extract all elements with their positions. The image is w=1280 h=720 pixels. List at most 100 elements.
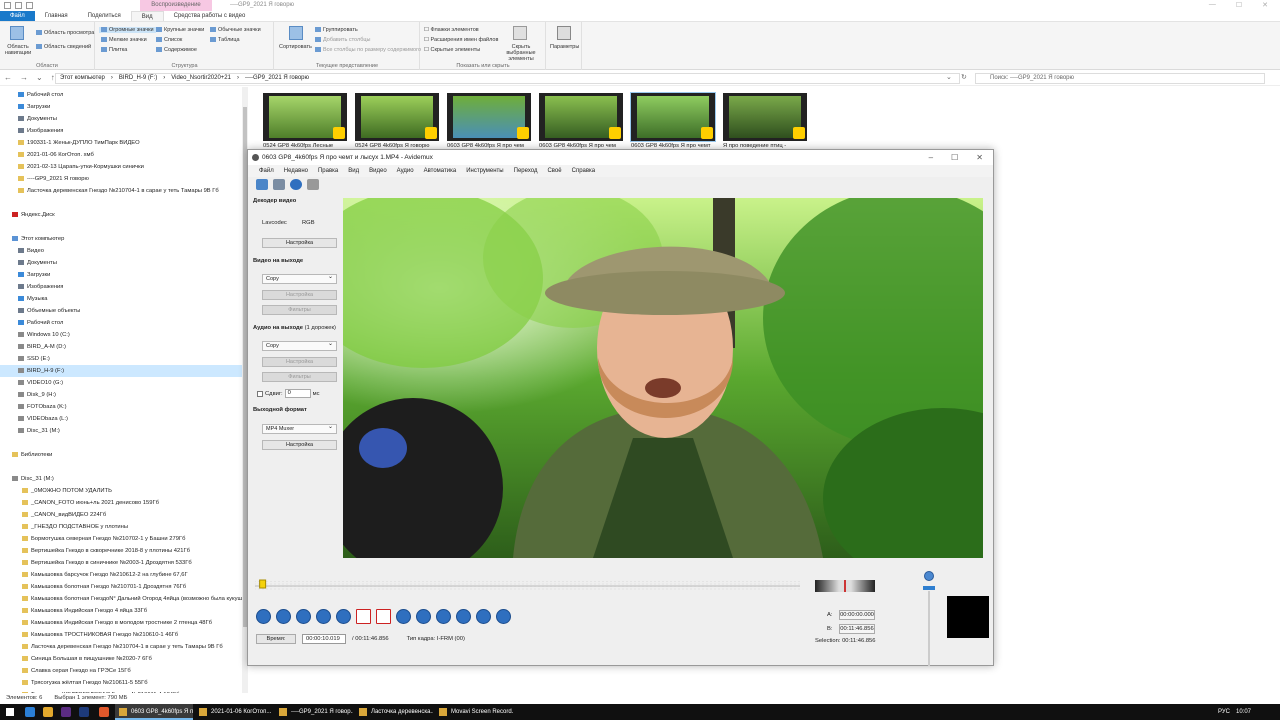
- output-format-select[interactable]: MP4 Muxer: [262, 423, 337, 434]
- breadcrumb-item[interactable]: BIRD_H-9 (F:): [119, 74, 157, 83]
- pinned-app-icon[interactable]: [99, 707, 109, 717]
- next-frame-icon[interactable]: [296, 609, 311, 624]
- breadcrumb-item[interactable]: ----GP9_2021 Я говорю: [245, 74, 309, 83]
- tree-item[interactable]: Windows 10 (C:): [0, 329, 242, 341]
- address-bar[interactable]: Этот компьютер › BIRD_H-9 (F:) › Video_Nso…: [55, 73, 960, 84]
- details-pane-button[interactable]: Область сведений: [36, 44, 91, 50]
- layout-huge-icons[interactable]: Огромные значки: [99, 27, 156, 33]
- previous-frame-icon[interactable]: [276, 609, 291, 624]
- volume-knob[interactable]: [923, 586, 935, 590]
- tree-item[interactable]: Изображения: [0, 125, 242, 137]
- properties-icon[interactable]: [15, 2, 22, 9]
- tree-item[interactable]: Disc_31 (M:): [0, 473, 242, 485]
- container-setup-button[interactable]: Настройка: [262, 440, 337, 450]
- volume-slider[interactable]: [923, 571, 935, 666]
- add-columns-button[interactable]: Добавить столбцы: [315, 37, 370, 43]
- play-icon[interactable]: [256, 609, 271, 624]
- tree-item[interactable]: SSD (E:): [0, 353, 242, 365]
- breadcrumb-item[interactable]: Video_Nsortir2020+21: [171, 74, 231, 83]
- menu-item[interactable]: Инструменты: [461, 165, 508, 177]
- tree-item[interactable]: Вертишейка Гнездо в синичнике №2003-1 Др…: [0, 557, 242, 569]
- quick-access-toolbar[interactable]: [4, 2, 33, 9]
- tree-item[interactable]: Камышовка барсучок Гнездо №210612-2 на г…: [0, 569, 242, 581]
- tree-item[interactable]: _CANON_FOTO июнь+ль 2021 денисово 159Гб: [0, 497, 242, 509]
- layout-tiles[interactable]: Плитка: [101, 47, 127, 53]
- taskbar-item-folder[interactable]: Ласточка деревенска...: [355, 704, 433, 720]
- search-input[interactable]: Поиск: ----GP9_2021 Я говорю: [975, 73, 1265, 84]
- clock[interactable]: 10:07: [1236, 709, 1251, 715]
- menu-item[interactable]: Видео: [364, 165, 392, 177]
- close-icon[interactable]: ✕: [1262, 1, 1268, 9]
- tree-item[interactable]: _CANON_видВИДЕО 224Гб: [0, 509, 242, 521]
- tree-item[interactable]: Яндекс.Диск: [0, 209, 242, 221]
- layout-large-icons[interactable]: Крупные значки: [156, 27, 204, 33]
- forward-icon[interactable]: →: [20, 73, 28, 82]
- tab-view[interactable]: Вид: [130, 11, 164, 21]
- tree-item[interactable]: VIDEO10 (G:): [0, 377, 242, 389]
- tab-home[interactable]: Главная: [35, 11, 78, 21]
- tree-item[interactable]: Документы: [0, 113, 242, 125]
- calculator-icon[interactable]: [307, 179, 319, 190]
- tree-item[interactable]: Изображения: [0, 281, 242, 293]
- tree-item[interactable]: Видео: [0, 245, 242, 257]
- go-marker-b-icon[interactable]: [496, 609, 511, 624]
- back-icon[interactable]: ←: [4, 73, 12, 82]
- tab-share[interactable]: Поделиться: [78, 11, 131, 21]
- layout-content[interactable]: Содержимое: [156, 47, 197, 53]
- audio-setup-button[interactable]: Настройка: [262, 357, 337, 367]
- menu-item[interactable]: Переход: [509, 165, 543, 177]
- folder-icon[interactable]: [26, 2, 33, 9]
- set-marker-a-icon[interactable]: [356, 609, 371, 624]
- tab-file[interactable]: Файл: [0, 11, 35, 21]
- next-keyframe-icon[interactable]: [336, 609, 351, 624]
- tree-item[interactable]: Трясогузка жёлтая Гнездо №210611-5 55Гб: [0, 677, 242, 689]
- hide-selected-icon[interactable]: [513, 26, 527, 40]
- tree-item[interactable]: Камышовка болотная Гнездо №210701-1 Дроз…: [0, 581, 242, 593]
- file-thumbnail[interactable]: 0603 GP8 4k60fps Я про чем: [447, 93, 531, 149]
- tab-video-tools[interactable]: Средства работы с видео: [164, 11, 256, 21]
- tree-item[interactable]: Камышовка болотная ГнездоN° Дальний Огор…: [0, 593, 242, 605]
- sort-button[interactable]: Сортировать: [279, 44, 312, 50]
- file-thumbnail[interactable]: 0524 GP8 4k60fps Лесные: [263, 93, 347, 149]
- video-setup-button[interactable]: Настройка: [262, 290, 337, 300]
- pinned-app-icon[interactable]: [43, 707, 53, 717]
- taskbar-item-avidemux[interactable]: 0603 GP8_4k60fps Я про...: [115, 704, 193, 720]
- tree-item[interactable]: Камышовка Индийская Гнездо 4 яйца 33Гб: [0, 605, 242, 617]
- layout-medium-icons[interactable]: Обычные значки: [210, 27, 261, 33]
- item-checkboxes-toggle[interactable]: ☐ Флажки элементов: [424, 27, 479, 33]
- tree-item[interactable]: 190331-1 Женьк-ДУПЛО ТимПарк ВИДЕО: [0, 137, 242, 149]
- maximize-icon[interactable]: ☐: [951, 150, 958, 165]
- tree-item[interactable]: Камышовка ТРОСТНИКОВАЯ Гнездо №210610-1 …: [0, 629, 242, 641]
- menu-item[interactable]: Справка: [567, 165, 601, 177]
- tree-item[interactable]: Рабочий стол: [0, 317, 242, 329]
- breadcrumb-item[interactable]: Этот компьютер: [60, 74, 105, 83]
- video-output-select[interactable]: Copy: [262, 273, 337, 284]
- preview-pane-button[interactable]: Область просмотра: [36, 30, 94, 36]
- menu-item[interactable]: Недавно: [279, 165, 313, 177]
- start-icon[interactable]: [6, 708, 14, 716]
- navigation-tree[interactable]: Рабочий стол Загрузки Документы Изображения…: [0, 87, 242, 693]
- shift-checkbox[interactable]: [257, 390, 263, 397]
- tree-item[interactable]: FOTObaza (K:): [0, 401, 242, 413]
- file-thumbnail[interactable]: 0603 GP8 4k60fps Я про чем: [539, 93, 623, 149]
- tree-item[interactable]: BIRD_H-9 (F:): [0, 365, 242, 377]
- shift-input[interactable]: 0: [284, 389, 311, 398]
- go-last-frame-icon[interactable]: [456, 609, 471, 624]
- tree-item[interactable]: Объемные объекты: [0, 305, 242, 317]
- menu-item[interactable]: Файл: [254, 165, 279, 177]
- timeline-seek-bar[interactable]: [255, 578, 800, 594]
- volume-track[interactable]: [928, 591, 930, 666]
- tree-item[interactable]: Музыка: [0, 293, 242, 305]
- layout-details[interactable]: Таблица: [210, 37, 240, 43]
- open-file-icon[interactable]: [256, 179, 268, 190]
- tree-item[interactable]: Загрузки: [0, 101, 242, 113]
- file-thumbnail[interactable]: Я про поведение птиц -: [723, 93, 807, 149]
- taskbar-item-folder[interactable]: 2021-01-06 КогОтоп...: [195, 704, 273, 720]
- tree-item[interactable]: _0МОЖНО ПОТОМ УДАЛИТЬ: [0, 485, 242, 497]
- navigation-pane-icon[interactable]: [10, 26, 24, 40]
- tree-item[interactable]: Вертишейка Гнездо в скворечнике 2018-8 у…: [0, 545, 242, 557]
- tree-item[interactable]: ----GP9_2021 Я говорю: [0, 173, 242, 185]
- volume-icon[interactable]: [924, 571, 934, 581]
- menu-item[interactable]: Аудио: [392, 165, 419, 177]
- options-button[interactable]: Параметры: [550, 44, 579, 50]
